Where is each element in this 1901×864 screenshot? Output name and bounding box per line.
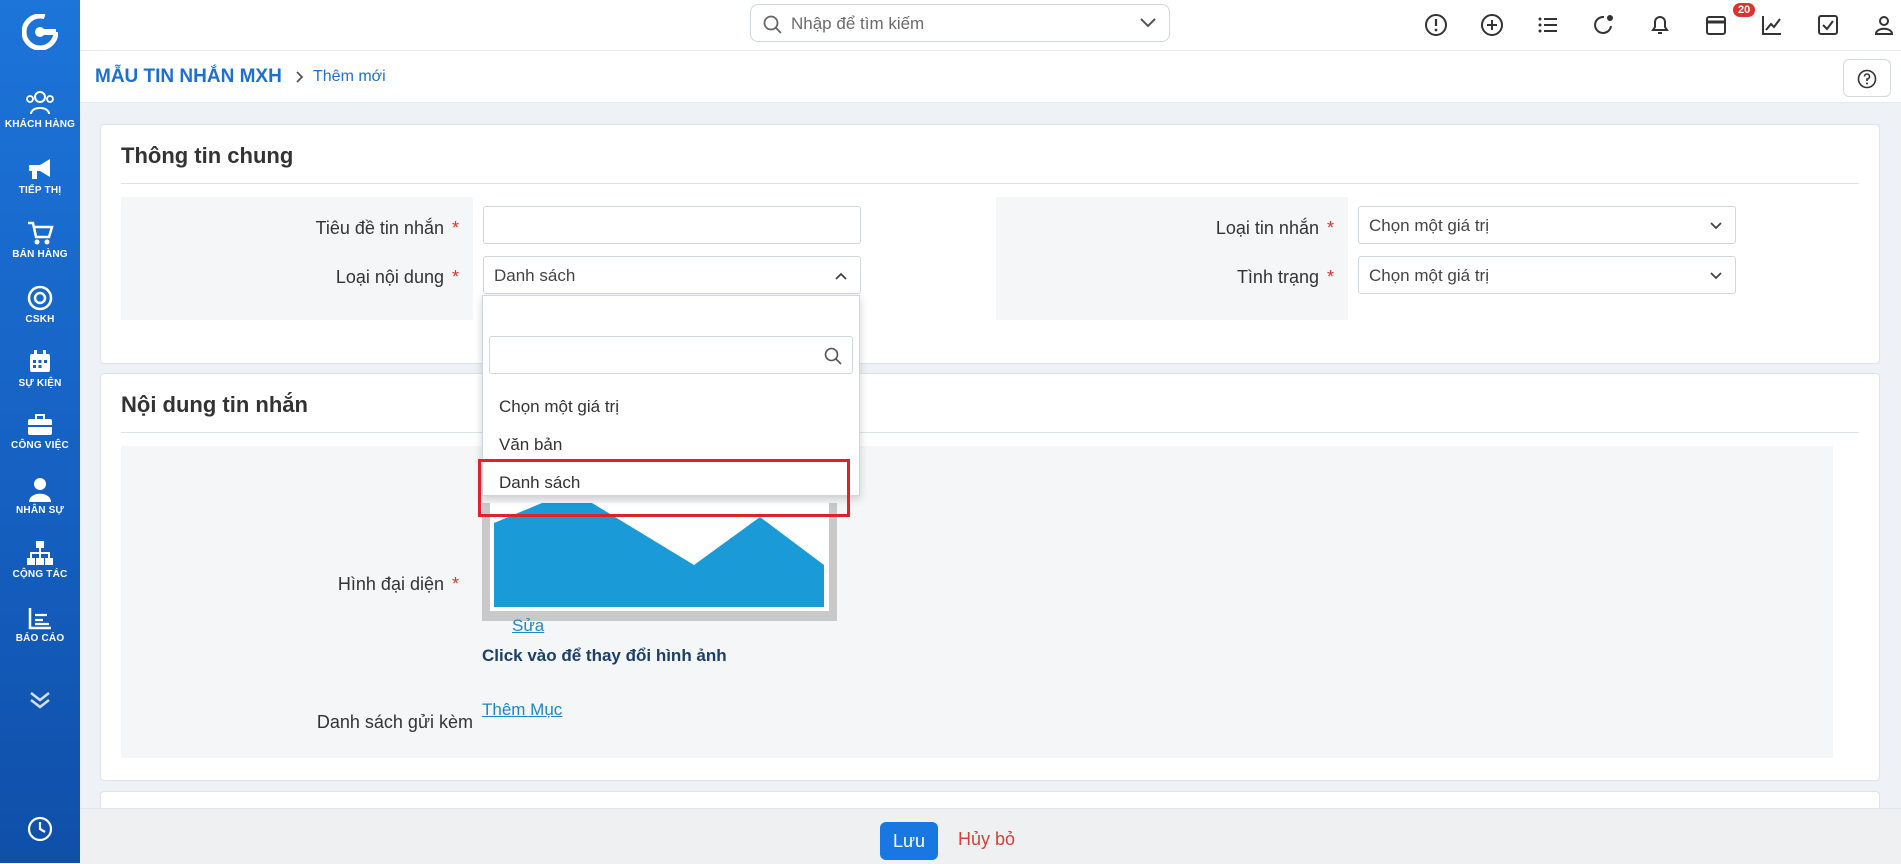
general-info-section: Thông tin chung Tiêu đề tin nhắn * Loại n… xyxy=(100,124,1880,364)
footer-actions: Lưu Hủy bỏ xyxy=(80,808,1901,864)
sidebar-item-label: CÔNG VIỆC xyxy=(11,440,69,451)
global-search[interactable] xyxy=(750,4,1170,42)
dropdown-search-input[interactable] xyxy=(489,336,853,374)
divider xyxy=(121,183,1859,184)
megaphone-icon xyxy=(29,159,50,179)
sidebar-item-tasks[interactable]: CÔNG VIỆC xyxy=(0,413,80,451)
add-icon[interactable] xyxy=(1480,13,1504,37)
sidebar-item-label: BÁN HÀNG xyxy=(12,249,68,260)
chevron-down-icon[interactable] xyxy=(1139,17,1157,29)
cart-icon xyxy=(28,221,54,245)
list-icon[interactable] xyxy=(1536,13,1560,37)
sidebar-item-hr[interactable]: NHÂN SỰ xyxy=(0,476,80,516)
search-icon xyxy=(763,15,782,34)
sidebar-item-customers[interactable]: KHÁCH HÀNG xyxy=(0,90,80,130)
field-label-content-type: Loại nội dung * xyxy=(335,267,459,287)
report-icon xyxy=(28,608,51,630)
sidebar-item-label: TIẾP THỊ xyxy=(18,185,62,196)
breadcrumb-module[interactable]: MẪU TIN NHẮN MXH xyxy=(95,66,282,88)
message-type-select[interactable]: Chọn một giá trị xyxy=(1358,206,1736,244)
sidebar-item-customer-care[interactable]: CSKH xyxy=(0,285,80,325)
change-image-hint: Click vào để thay đổi hình ảnh xyxy=(482,646,727,665)
top-header: 20 xyxy=(80,0,1901,51)
select-value: Chọn một giá trị xyxy=(1369,216,1489,235)
cancel-button[interactable]: Hủy bỏ xyxy=(958,829,1015,850)
sidebar-item-label: CỘNG TÁC xyxy=(12,569,68,580)
sidebar-item-reports[interactable]: BÁO CÁO xyxy=(0,606,80,644)
sidebar: KHÁCH HÀNG TIẾP THỊ BÁN HÀNG CSKH SỰ KIỆ… xyxy=(0,0,80,863)
breadcrumb: MẪU TIN NHẮN MXH Thêm mới xyxy=(80,51,1901,103)
lifebuoy-icon xyxy=(27,285,53,311)
checkbox-icon[interactable] xyxy=(1816,13,1840,37)
double-chevron-down-icon xyxy=(30,692,50,709)
edit-image-link[interactable]: Sửa xyxy=(512,616,544,636)
avatar-image[interactable] xyxy=(482,503,837,621)
person-icon xyxy=(29,478,51,502)
search-icon xyxy=(824,347,842,365)
field-label-title: Tiêu đề tin nhắn * xyxy=(315,218,459,238)
section-title: Thông tin chung xyxy=(121,143,294,168)
field-label-avatar: Hình đại diện * xyxy=(337,574,459,594)
content-type-select[interactable]: Danh sách xyxy=(483,256,861,294)
image-placeholder-icon xyxy=(482,503,837,621)
clock-icon xyxy=(27,816,53,842)
calendar-icon[interactable] xyxy=(1704,13,1728,37)
calendar-icon xyxy=(30,350,50,372)
customers-icon xyxy=(26,91,54,115)
select-value: Danh sách xyxy=(494,266,576,285)
sidebar-item-sales[interactable]: BÁN HÀNG xyxy=(0,220,80,260)
help-icon xyxy=(1857,69,1877,89)
bell-icon[interactable] xyxy=(1648,13,1672,37)
chevron-right-icon xyxy=(296,71,304,83)
user-icon[interactable] xyxy=(1872,13,1896,37)
dropdown-option-selected[interactable]: Danh sách xyxy=(499,473,580,493)
add-item-link[interactable]: Thêm Mục xyxy=(482,700,562,720)
chevron-up-icon xyxy=(835,272,847,280)
field-label-attachments: Danh sách gửi kèm xyxy=(316,712,473,732)
search-input[interactable] xyxy=(789,12,1123,36)
sidebar-item-events[interactable]: SỰ KIỆN xyxy=(0,349,80,389)
sidebar-item-collaboration[interactable]: CỘNG TÁC xyxy=(0,540,80,580)
briefcase-icon xyxy=(28,414,52,435)
chevron-down-icon xyxy=(1710,272,1722,280)
breadcrumb-current: Thêm mới xyxy=(313,68,386,85)
sidebar-item-label: SỰ KIỆN xyxy=(18,378,62,389)
message-content-section: Nội dung tin nhắn Hình đại diện * Danh sá… xyxy=(100,373,1880,781)
section-title: Nội dung tin nhắn xyxy=(121,392,308,417)
dropdown-option[interactable]: Chọn một giá trị xyxy=(499,397,619,417)
chevron-down-icon xyxy=(1710,222,1722,230)
content-area: Thông tin chung Tiêu đề tin nhắn * Loại n… xyxy=(80,103,1901,831)
alert-icon[interactable] xyxy=(1424,13,1448,37)
app-logo-icon[interactable] xyxy=(22,14,58,50)
sidebar-item-label: CSKH xyxy=(25,314,55,325)
field-label-status: Tình trạng * xyxy=(1236,267,1334,287)
divider xyxy=(121,432,1859,433)
content-type-dropdown: Chọn một giá trị Văn bản Danh sách xyxy=(478,295,860,517)
sidebar-expand-button[interactable] xyxy=(28,690,52,715)
sidebar-item-marketing[interactable]: TIẾP THỊ xyxy=(0,156,80,196)
sidebar-item-label: BÁO CÁO xyxy=(15,633,65,644)
help-button[interactable] xyxy=(1843,59,1891,97)
refresh-icon[interactable] xyxy=(1592,13,1616,37)
field-group-left xyxy=(121,197,473,320)
select-value: Chọn một giá trị xyxy=(1369,266,1489,285)
sidebar-item-label: NHÂN SỰ xyxy=(15,505,65,516)
status-select[interactable]: Chọn một giá trị xyxy=(1358,256,1736,294)
sidebar-item-label: KHÁCH HÀNG xyxy=(4,119,76,130)
notification-badge: 20 xyxy=(1733,3,1756,17)
title-input[interactable] xyxy=(483,206,861,244)
history-button[interactable] xyxy=(27,816,53,847)
field-label-message-type: Loại tin nhắn * xyxy=(1215,218,1334,238)
dropdown-option[interactable]: Văn bản xyxy=(499,435,562,455)
org-chart-icon xyxy=(27,541,53,565)
save-button[interactable]: Lưu xyxy=(880,822,938,860)
chart-line-icon[interactable] xyxy=(1760,13,1784,37)
field-group-right xyxy=(996,197,1348,320)
